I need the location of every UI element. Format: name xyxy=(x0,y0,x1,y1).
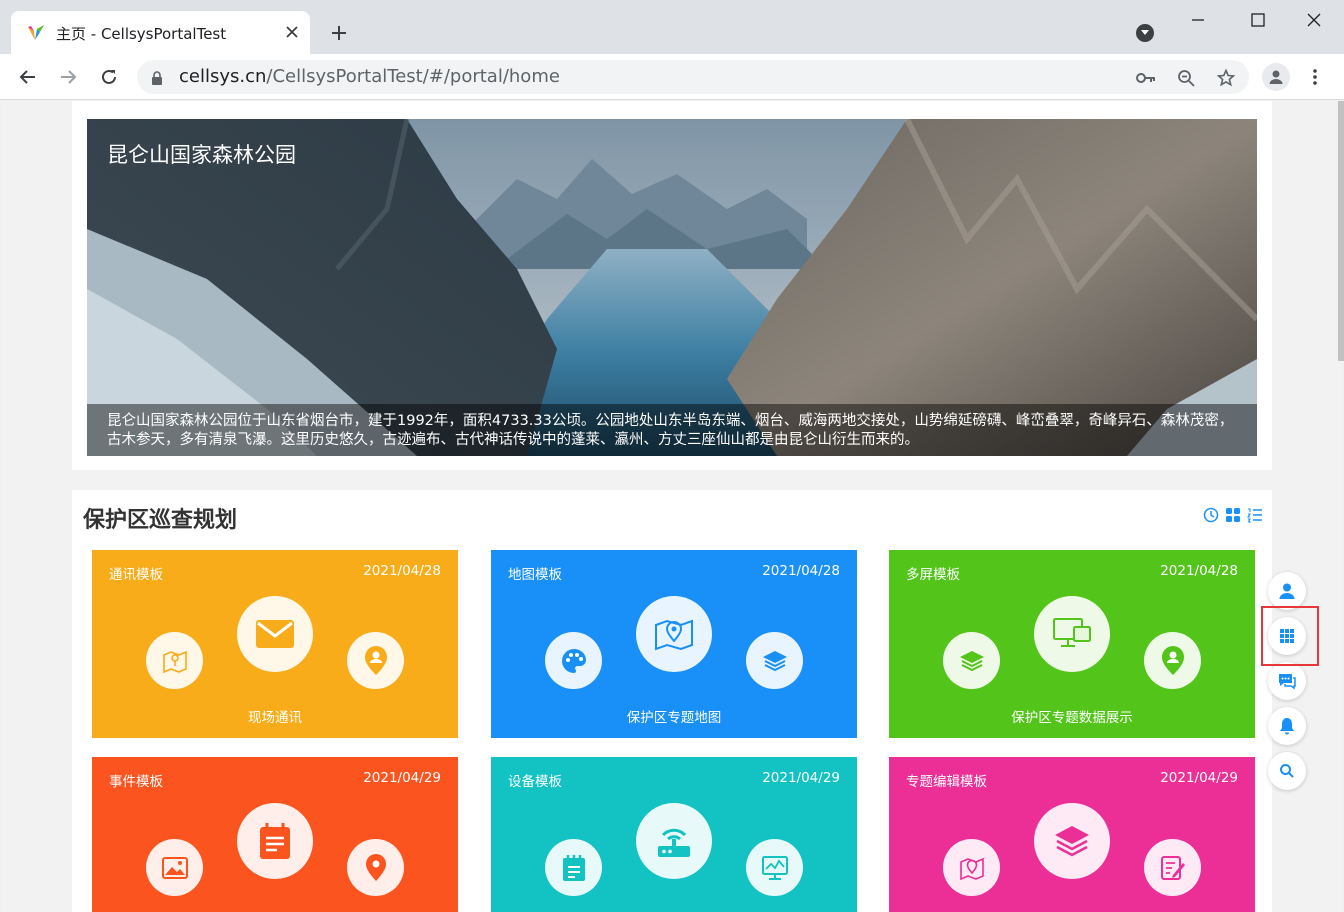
search-icon[interactable] xyxy=(1268,752,1306,790)
browser-toolbar: cellsys.cn/CellsysPortalTest/#/portal/ho… xyxy=(0,54,1344,100)
template-card[interactable]: 地图模板 2021/04/28 保护区专题地图 xyxy=(491,550,857,738)
user-location-icon[interactable] xyxy=(347,632,404,689)
banner-title: 昆仑山国家森林公园 xyxy=(107,143,296,167)
new-tab-plus-icon[interactable] xyxy=(326,20,352,46)
multi-screen-icon[interactable] xyxy=(1034,596,1110,672)
map-pin-icon[interactable] xyxy=(943,839,1000,896)
banner-panel: 昆仑山国家森林公园 昆仑山国家森林公园位于山东省烟台市，建于1992年，面积47… xyxy=(72,101,1272,470)
tab-search-dropdown-icon[interactable] xyxy=(1136,24,1154,42)
location-pin-icon[interactable] xyxy=(347,839,404,896)
card-date: 2021/04/28 xyxy=(762,563,840,579)
park-banner[interactable]: 昆仑山国家森林公园 昆仑山国家森林公园位于山东省烟台市，建于1992年，面积47… xyxy=(87,119,1257,456)
template-card[interactable]: 专题编辑模板 2021/04/29 xyxy=(889,757,1255,912)
patrol-plan-panel: 保护区巡查规划 通讯模板 2021/04/28 现场通讯 地图模板 2021/0… xyxy=(72,490,1272,912)
monitor-chart-icon[interactable] xyxy=(746,839,803,896)
calendar-note-icon[interactable] xyxy=(237,803,313,879)
url-host: cellsys.cn xyxy=(179,66,267,87)
back-arrow-icon[interactable] xyxy=(15,64,41,90)
page-scrollbar[interactable] xyxy=(1338,101,1344,361)
image-icon[interactable] xyxy=(146,839,203,896)
browser-tab-active[interactable]: 主页 - CellsysPortalTest xyxy=(11,11,310,54)
card-template-name: 事件模板 xyxy=(109,774,163,790)
reload-icon[interactable] xyxy=(96,64,122,90)
profile-avatar-icon[interactable] xyxy=(1262,63,1290,91)
bookmark-star-icon[interactable] xyxy=(1215,67,1237,89)
section-title: 保护区巡查规划 xyxy=(83,508,238,533)
card-template-name: 地图模板 xyxy=(508,567,562,583)
maximize-window-icon[interactable] xyxy=(1246,8,1270,32)
notepad-icon[interactable] xyxy=(545,839,602,896)
chat-icon[interactable] xyxy=(1268,662,1306,700)
tab-title: 主页 - CellsysPortalTest xyxy=(56,25,227,43)
card-label: 现场通讯 xyxy=(248,710,302,726)
card-date: 2021/04/28 xyxy=(1160,563,1238,579)
user-icon[interactable] xyxy=(1268,572,1306,610)
edit-doc-icon[interactable] xyxy=(1144,839,1201,896)
template-card[interactable]: 设备模板 2021/04/29 xyxy=(491,757,857,912)
highlight-annotation-box xyxy=(1261,606,1319,666)
url-text[interactable]: cellsys.cn/CellsysPortalTest/#/portal/ho… xyxy=(179,66,560,87)
card-template-name: 多屏模板 xyxy=(906,567,960,583)
clock-view-icon[interactable] xyxy=(1203,507,1219,523)
browser-tab-strip: 主页 - CellsysPortalTest xyxy=(0,0,1344,54)
browser-menu-kebab-icon[interactable] xyxy=(1305,64,1325,90)
card-date: 2021/04/29 xyxy=(363,770,441,786)
address-bar[interactable]: cellsys.cn/CellsysPortalTest/#/portal/ho… xyxy=(137,60,1249,94)
template-card[interactable]: 多屏模板 2021/04/28 保护区专题数据展示 xyxy=(889,550,1255,738)
template-card[interactable]: 通讯模板 2021/04/28 现场通讯 xyxy=(92,550,458,738)
close-window-icon[interactable] xyxy=(1302,8,1326,32)
palette-icon[interactable] xyxy=(545,632,602,689)
layers-icon[interactable] xyxy=(1034,803,1110,879)
map-pin-icon[interactable] xyxy=(636,596,712,672)
layers-icon[interactable] xyxy=(943,632,1000,689)
zoom-out-icon[interactable] xyxy=(1175,67,1197,89)
layers-icon[interactable] xyxy=(746,632,803,689)
view-switcher xyxy=(1203,507,1263,523)
minimize-window-icon[interactable] xyxy=(1186,8,1210,32)
card-template-name: 通讯模板 xyxy=(109,567,163,583)
url-path: /CellsysPortalTest/#/portal/home xyxy=(266,66,560,87)
card-template-name: 设备模板 xyxy=(508,774,562,790)
envelope-icon[interactable] xyxy=(237,596,313,672)
card-date: 2021/04/28 xyxy=(363,563,441,579)
user-location-icon[interactable] xyxy=(1144,632,1201,689)
forward-arrow-icon[interactable] xyxy=(55,64,81,90)
bell-icon[interactable] xyxy=(1268,707,1306,745)
card-date: 2021/04/29 xyxy=(1160,770,1238,786)
card-template-name: 专题编辑模板 xyxy=(906,774,987,790)
card-date: 2021/04/29 xyxy=(762,770,840,786)
close-tab-icon[interactable] xyxy=(282,22,302,42)
key-icon[interactable] xyxy=(1135,67,1157,89)
router-icon[interactable] xyxy=(636,803,712,879)
lock-icon[interactable] xyxy=(151,70,163,89)
card-label: 保护区专题地图 xyxy=(626,710,722,726)
portal-page: 昆仑山国家森林公园 昆仑山国家森林公园位于山东省烟台市，建于1992年，面积47… xyxy=(1,101,1343,912)
list-view-icon[interactable] xyxy=(1247,507,1263,523)
banner-caption: 昆仑山国家森林公园位于山东省烟台市，建于1992年，面积4733.33公顷。公园… xyxy=(87,404,1257,456)
grid-view-icon[interactable] xyxy=(1225,507,1241,523)
cellsys-favicon-icon xyxy=(26,23,46,43)
template-card[interactable]: 事件模板 2021/04/29 xyxy=(92,757,458,912)
card-label: 保护区专题数据展示 xyxy=(1011,710,1133,726)
map-pin-icon[interactable] xyxy=(146,632,203,689)
